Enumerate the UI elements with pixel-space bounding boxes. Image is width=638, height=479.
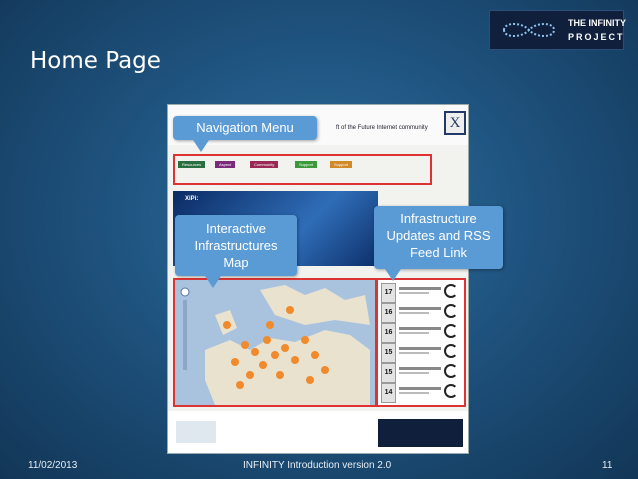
callout-map-line3: Map: [223, 255, 249, 270]
nav-button-5[interactable]: Support: [330, 161, 353, 168]
nav-button-1[interactable]: Resources: [178, 161, 206, 168]
infrastructure-updates-feed: 17 16 16 15 15 14: [376, 278, 466, 407]
refresh-icon[interactable]: [444, 344, 458, 358]
callout-infra-line3: Feed Link: [409, 245, 468, 260]
callout-tail: [385, 269, 401, 281]
refresh-icon[interactable]: [444, 284, 458, 298]
refresh-icon[interactable]: [444, 304, 458, 318]
nav-button-3[interactable]: Community: [250, 161, 279, 168]
feed-item[interactable]: 14: [381, 383, 461, 403]
site-header-text: ft of the Future Internet community: [336, 125, 428, 131]
infinity-project-logo: THE INFINITY PROJECT: [489, 10, 626, 50]
site-footer: [168, 411, 468, 453]
callout-tail: [193, 140, 209, 152]
map-graphic: [180, 285, 370, 405]
nav-button-4[interactable]: Support: [295, 161, 318, 168]
feed-item[interactable]: 15: [381, 363, 461, 383]
slide: Home Page THE INFINITY PROJECT ft of the…: [0, 0, 638, 479]
refresh-icon[interactable]: [444, 324, 458, 338]
callout-interactive-map: Interactive Infrastructures Map: [175, 215, 297, 276]
infinity-footer-logo: [378, 419, 463, 447]
callout-tail: [205, 276, 221, 288]
feed-date: 16: [381, 303, 396, 323]
refresh-icon[interactable]: [444, 384, 458, 398]
feed-item[interactable]: 16: [381, 303, 461, 323]
hero-title: XiPi:: [185, 196, 199, 202]
site-navigation-menu[interactable]: Resources Aspect Community Support Suppo…: [173, 154, 432, 185]
page-number: 11: [602, 460, 613, 471]
callout-infra-line1: Infrastructure: [400, 211, 477, 226]
feed-date: 14: [381, 383, 396, 403]
callout-map-line1: Interactive: [206, 221, 266, 236]
feed-item[interactable]: 17: [381, 283, 461, 303]
infrastructures-map[interactable]: [173, 278, 377, 407]
logo-line2: PROJECT: [568, 32, 625, 42]
callout-map-line2: Infrastructures: [194, 238, 278, 253]
xipi-logo-icon: X: [444, 111, 466, 135]
feed-item[interactable]: 16: [381, 323, 461, 343]
feed-date: 15: [381, 343, 396, 363]
infinity-icon: [502, 23, 556, 37]
callout-infra-line2: Updates and RSS: [386, 228, 491, 243]
footer-date: 11/02/2013: [28, 460, 78, 471]
nav-button-2[interactable]: Aspect: [215, 161, 236, 168]
feed-date: 15: [381, 363, 396, 383]
callout-infrastructure-updates: Infrastructure Updates and RSS Feed Link: [374, 206, 503, 269]
footer-title: INFINITY Introduction version 2.0: [243, 460, 392, 471]
feed-date: 16: [381, 323, 396, 343]
feed-item[interactable]: 15: [381, 343, 461, 363]
refresh-icon[interactable]: [444, 364, 458, 378]
logo-line1: THE INFINITY: [568, 18, 626, 28]
callout-navigation-menu: Navigation Menu: [173, 116, 317, 140]
slide-title: Home Page: [30, 48, 161, 74]
feed-date: 17: [381, 283, 396, 303]
social-links[interactable]: [176, 421, 216, 443]
